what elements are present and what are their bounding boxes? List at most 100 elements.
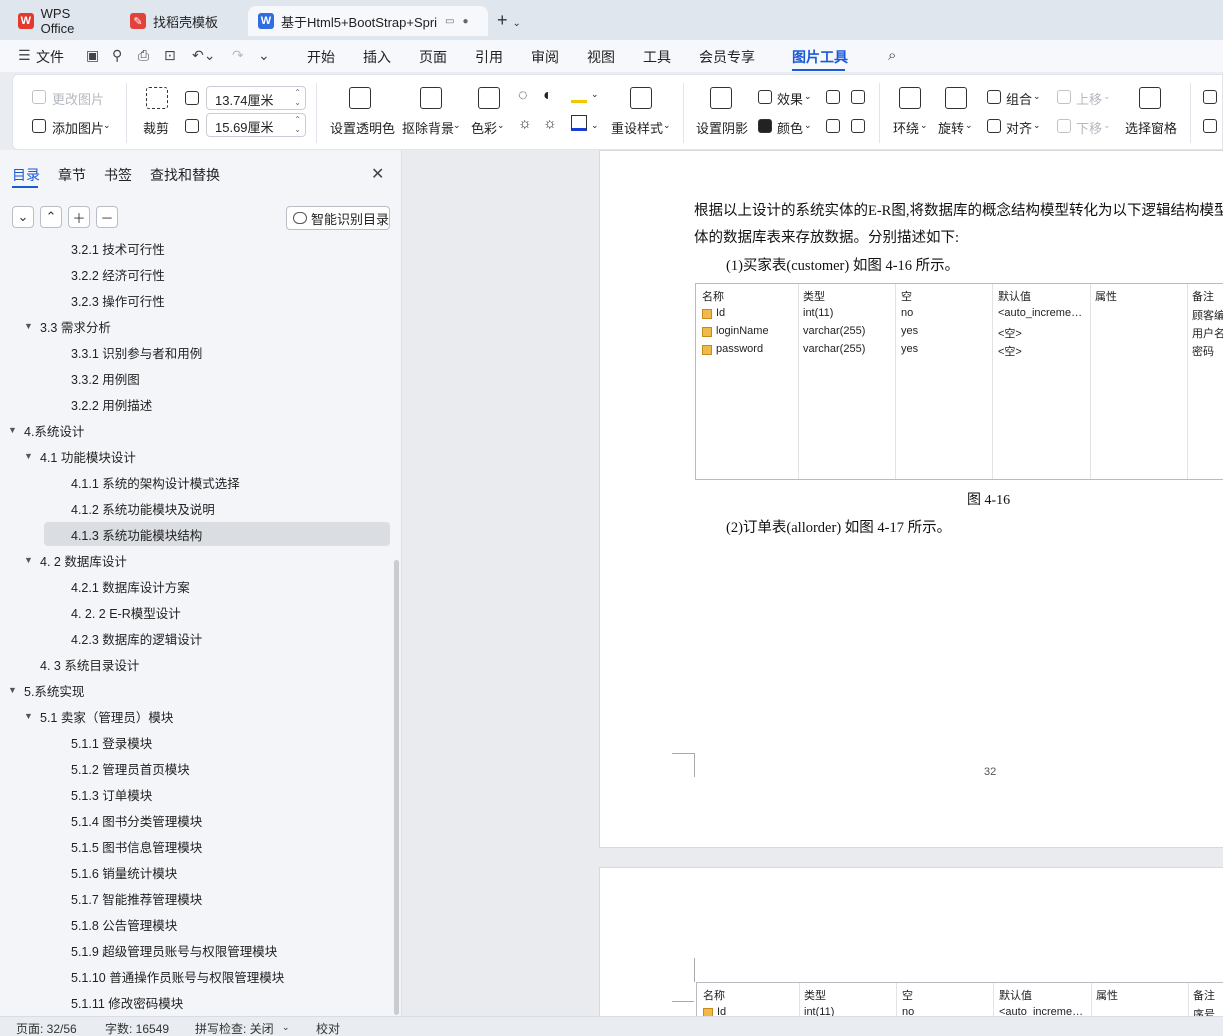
toc-item[interactable]: 5.1.6 销量统计模块 xyxy=(71,860,177,884)
document-page[interactable]: 根据以上设计的系统实体的E-R图,将数据库的概念结构模型转化为以下逻辑结构模型,… xyxy=(599,150,1223,848)
tab-document[interactable]: W 基于Html5+BootStrap+Spri ▭ ● xyxy=(248,6,488,36)
undo-icon[interactable]: ↶⌄ xyxy=(192,47,215,64)
toc-item[interactable]: 5.1.9 超级管理员账号与权限管理模块 xyxy=(71,938,277,962)
contrast-up-icon[interactable]: ◌ xyxy=(518,87,528,105)
width-input[interactable]: 13.74厘米 ⌃ ⌄ xyxy=(206,86,306,110)
tab-wps-office[interactable]: W WPS Office xyxy=(8,6,116,36)
more-icon[interactable] xyxy=(1203,119,1217,133)
menu-tools[interactable]: 工具 xyxy=(643,47,671,67)
toc-item[interactable]: ▼ 4. 2 数据库设计 xyxy=(24,548,127,572)
bring-front-icon[interactable] xyxy=(826,90,840,104)
toc-item[interactable]: 3.2.2 用例描述 xyxy=(71,392,152,416)
spin-arrows-icon[interactable]: ⌃ ⌄ xyxy=(294,115,301,135)
contrast-down-icon[interactable]: ◐ xyxy=(543,87,553,105)
toc-item[interactable]: 3.3.1 识别参与者和用例 xyxy=(71,340,202,364)
toc-item[interactable]: 5.1.1 登录模块 xyxy=(71,730,152,754)
menu-review[interactable]: 审阅 xyxy=(531,47,559,67)
remove-heading-button[interactable]: － xyxy=(96,206,118,228)
tab-toc[interactable]: 目录 xyxy=(12,165,40,185)
toc-item[interactable]: ▼ 4.1 功能模块设计 xyxy=(24,444,136,468)
more-chevron-icon[interactable]: ⌄ xyxy=(258,47,270,64)
print-preview-icon[interactable]: ⊡ xyxy=(164,47,176,64)
toc-item[interactable]: 4.2.3 数据库的逻辑设计 xyxy=(71,626,202,650)
share-icon[interactable]: ⚲ xyxy=(112,47,122,64)
menu-view[interactable]: 视图 xyxy=(587,47,615,67)
toc-item[interactable]: ▼ 3.3 需求分析 xyxy=(24,314,111,338)
brightness-down-icon[interactable]: ☼ xyxy=(543,115,557,132)
proofread-button[interactable]: 校对 xyxy=(316,1020,340,1036)
chevron-down-icon[interactable]: ⌄ xyxy=(591,89,599,100)
expand-triangle-icon[interactable]: ▼ xyxy=(24,711,40,721)
chevron-down-icon[interactable]: ⌄ xyxy=(282,1022,290,1033)
border-color-icon[interactable] xyxy=(571,115,587,131)
toc-item[interactable]: ▼ 5.1 卖家（管理员）模块 xyxy=(24,704,173,728)
toc-item[interactable]: 5.1.4 图书分类管理模块 xyxy=(71,808,202,832)
move-down-button[interactable]: 下移 xyxy=(1076,118,1102,137)
align-right-icon[interactable] xyxy=(851,119,865,133)
align-button[interactable]: 对齐 xyxy=(1006,118,1032,137)
hamburger-icon[interactable]: ☰ xyxy=(18,47,31,64)
expand-triangle-icon[interactable]: ▼ xyxy=(8,685,24,695)
tab-find-replace[interactable]: 查找和替换 xyxy=(150,165,220,185)
menu-insert[interactable]: 插入 xyxy=(363,47,391,67)
toc-item[interactable]: 5.1.3 订单模块 xyxy=(71,782,152,806)
set-shadow-button[interactable]: 设置阴影 xyxy=(696,118,748,137)
toc-item[interactable]: 4.1.2 系统功能模块及说明 xyxy=(71,496,215,520)
toc-item[interactable]: 3.2.3 操作可行性 xyxy=(71,288,165,312)
toc-item[interactable]: 3.2.2 经济可行性 xyxy=(71,262,165,286)
add-heading-button[interactable]: ＋ xyxy=(68,206,90,228)
selection-pane-button[interactable]: 选择窗格 xyxy=(1125,118,1177,137)
print-icon[interactable]: ⎙ xyxy=(138,47,149,64)
brightness-up-icon[interactable]: ☼ xyxy=(518,115,532,132)
more-icon[interactable] xyxy=(1203,90,1217,104)
chevron-down-icon[interactable]: ⌄ xyxy=(804,120,812,131)
spell-check[interactable]: 拼写检查: 关闭 xyxy=(195,1020,274,1036)
toc-item[interactable]: 4. 3 系统目录设计 xyxy=(40,652,139,676)
save-icon[interactable]: ▣ xyxy=(86,47,99,64)
align-left-icon[interactable] xyxy=(826,119,840,133)
search-icon[interactable]: ⌕ xyxy=(888,47,896,64)
toc-item[interactable]: 4.1.1 系统的架构设计模式选择 xyxy=(71,470,240,494)
height-input[interactable]: 15.69厘米 ⌃ ⌄ xyxy=(206,113,306,137)
chevron-down-icon[interactable]: ⌄ xyxy=(1033,91,1041,102)
rotate-button[interactable]: 旋转 xyxy=(938,118,964,137)
toc-item[interactable]: 5.1.2 管理员首页模块 xyxy=(71,756,190,780)
toc-item[interactable]: 5.1.5 图书信息管理模块 xyxy=(71,834,202,858)
chevron-down-icon[interactable]: ⌄ xyxy=(591,120,599,131)
color-button[interactable]: 色彩 xyxy=(471,118,497,137)
toc-item[interactable]: 4.1.3 系统功能模块结构 xyxy=(44,522,390,546)
toc-item[interactable]: 5.1.7 智能推荐管理模块 xyxy=(71,886,202,910)
chevron-down-icon[interactable]: ⌄ xyxy=(1033,120,1041,131)
expand-triangle-icon[interactable]: ▼ xyxy=(8,425,24,435)
chevron-down-icon[interactable]: ⌄ xyxy=(453,120,461,131)
toc-item[interactable]: 5.1.11 修改密码模块 xyxy=(71,990,183,1014)
crop-button[interactable]: 裁剪 xyxy=(143,118,169,137)
page-indicator[interactable]: 页面: 32/56 xyxy=(16,1020,77,1036)
chevron-down-icon[interactable]: ⌄ xyxy=(965,120,973,131)
toc-item[interactable]: 3.2.1 技术可行性 xyxy=(71,242,165,260)
chevron-down-icon[interactable]: ⌄ xyxy=(103,120,111,131)
spin-arrows-icon[interactable]: ⌃ ⌄ xyxy=(294,88,301,108)
toc-scrollbar[interactable] xyxy=(394,560,399,1015)
tab-chapters[interactable]: 章节 xyxy=(58,165,86,185)
customer-table-image[interactable]: 名称 类型 空 默认值 属性 备注 Id int(11) no <auto_in… xyxy=(695,283,1223,480)
chevron-down-icon[interactable]: ⌄ xyxy=(804,91,812,102)
menu-file[interactable]: 文件 xyxy=(36,47,64,67)
highlight-color-icon[interactable] xyxy=(571,87,587,103)
menu-member[interactable]: 会员专享 xyxy=(699,47,755,67)
smart-toc-button[interactable]: 智能识别目录 xyxy=(286,206,390,230)
expand-triangle-icon[interactable]: ▼ xyxy=(24,321,40,331)
toc-item[interactable]: 4. 2. 2 E-R模型设计 xyxy=(71,600,181,624)
new-tab-plus-icon[interactable]: + ⌄ xyxy=(497,10,521,31)
wrap-button[interactable]: 环绕 xyxy=(893,118,919,137)
expand-triangle-icon[interactable]: ▼ xyxy=(24,555,40,565)
preset-style-button[interactable]: 重设样式 xyxy=(611,118,663,137)
toc-item[interactable]: 3.3.2 用例图 xyxy=(71,366,140,390)
send-back-icon[interactable] xyxy=(851,90,865,104)
chevron-down-icon[interactable]: ⌄ xyxy=(920,120,928,131)
effects-button[interactable]: 效果 xyxy=(777,89,803,108)
move-up-button[interactable]: 上移 xyxy=(1076,89,1102,108)
menu-picture-tools[interactable]: 图片工具 xyxy=(792,47,848,67)
redo-icon[interactable]: ↷ xyxy=(232,47,244,64)
menu-page[interactable]: 页面 xyxy=(419,47,447,67)
